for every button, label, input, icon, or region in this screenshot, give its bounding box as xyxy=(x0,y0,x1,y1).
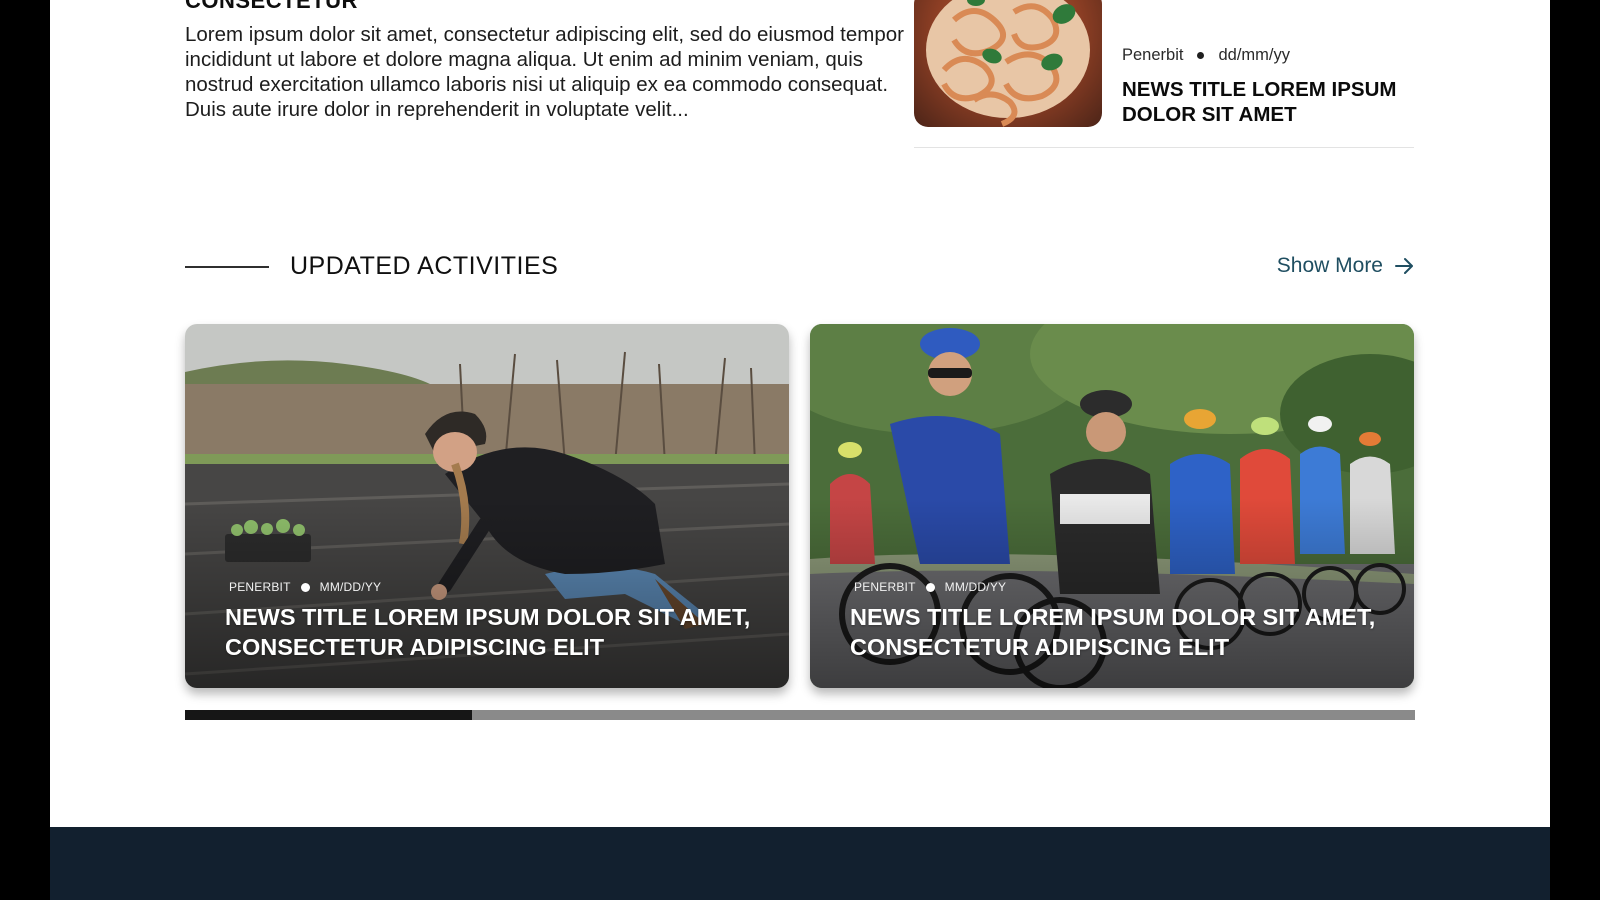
carousel-scroll-thumb[interactable] xyxy=(185,710,472,720)
side-news-meta: Penerbit dd/mm/yy xyxy=(1122,46,1290,65)
activity-card[interactable]: PENERBIT MM/DD/YY NEWS TITLE LOREM IPSUM… xyxy=(810,324,1414,688)
card-date: MM/DD/YY xyxy=(944,580,1007,594)
card-title[interactable]: NEWS TITLE LOREM IPSUM DOLOR SIT AMET, C… xyxy=(225,602,765,662)
dot-separator-icon xyxy=(925,582,935,592)
pasta-dish-photo xyxy=(914,0,1102,127)
card-title[interactable]: NEWS TITLE LOREM IPSUM DOLOR SIT AMET, C… xyxy=(850,602,1390,662)
dot-separator-icon xyxy=(1197,52,1205,59)
carousel-scrollbar[interactable] xyxy=(185,710,1415,720)
activity-card[interactable]: PENERBIT MM/DD/YY NEWS TITLE LOREM IPSUM… xyxy=(185,324,789,688)
section-divider xyxy=(185,266,269,268)
card-meta: PENERBIT MM/DD/YY xyxy=(229,580,381,594)
side-news-item[interactable]: Penerbit dd/mm/yy NEWS TITLE LOREM IPSUM… xyxy=(914,0,1414,148)
side-news-date: dd/mm/yy xyxy=(1218,46,1290,64)
card-date: MM/DD/YY xyxy=(319,580,382,594)
article-excerpt: Lorem ipsum dolor sit amet, consectetur … xyxy=(185,23,904,121)
card-publisher: PENERBIT xyxy=(854,580,916,594)
card-publisher: PENERBIT xyxy=(229,580,291,594)
side-news-title[interactable]: NEWS TITLE LOREM IPSUM DOLOR SIT AMET xyxy=(1122,77,1412,127)
section-title: UPDATED ACTIVITIES xyxy=(290,252,559,280)
side-news-publisher: Penerbit xyxy=(1122,46,1184,64)
card-meta: PENERBIT MM/DD/YY xyxy=(854,580,1006,594)
arrow-right-icon xyxy=(1395,258,1413,274)
article-heading: CONSECTETUR xyxy=(185,0,358,13)
section-header: UPDATED ACTIVITIES Show More xyxy=(185,250,1415,284)
show-more-label: Show More xyxy=(1276,254,1383,277)
footer xyxy=(50,827,1550,900)
dot-separator-icon xyxy=(300,582,310,592)
show-more-link[interactable]: Show More xyxy=(1277,254,1415,278)
page: CONSECTETUR Lorem ipsum dolor sit amet, … xyxy=(50,0,1550,900)
